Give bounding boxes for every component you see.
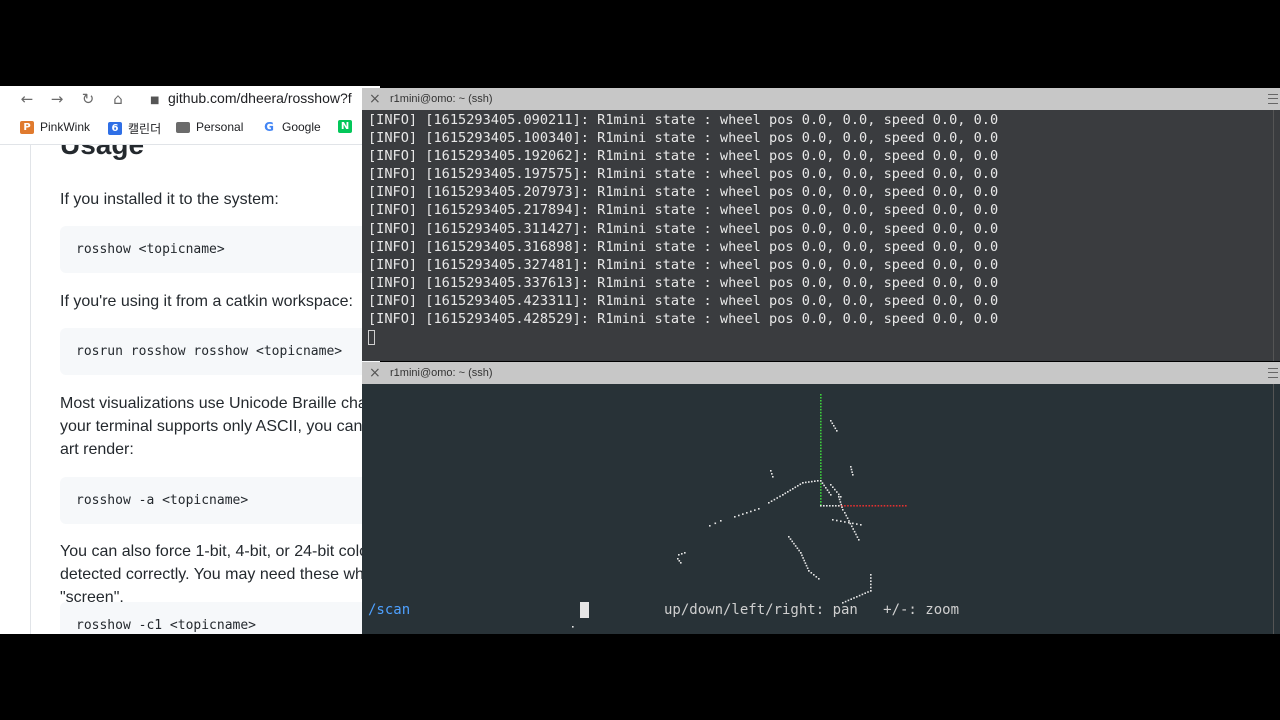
close-icon[interactable]: × [369, 362, 381, 384]
log-line: [INFO] [1615293405.428529]: R1mini state… [368, 311, 999, 328]
terminal-cursor [368, 330, 375, 345]
forward-icon[interactable]: → [48, 90, 66, 108]
reload-icon[interactable]: ↻ [79, 90, 97, 108]
log-line: [INFO] [1615293405.316898]: R1mini state… [368, 238, 999, 255]
log-line: [INFO] [1615293405.337613]: R1mini state… [368, 274, 999, 291]
url-text: github.com/dheera/rosshow?f [168, 90, 352, 106]
log-line: [INFO] [1615293405.423311]: R1mini state… [368, 292, 999, 309]
terminal-title: r1mini@omo: ~ (ssh) [390, 93, 493, 105]
bookmark-pinkwink[interactable]: P PinkWink [20, 120, 90, 134]
back-icon[interactable]: ← [18, 90, 36, 108]
left-sidebar-partial [0, 145, 31, 634]
bookmark-google[interactable]: G Google [262, 120, 321, 134]
log-line: [INFO] [1615293405.327481]: R1mini state… [368, 256, 999, 273]
browser-window: ← → ↻ ⌂ ■ github.com/dheera/rosshow?f P P… [0, 86, 380, 634]
terminal-window-scan[interactable]: × r1mini@omo: ~ (ssh) /scan up/down/left… [362, 362, 1280, 634]
menu-icon[interactable] [1268, 368, 1278, 378]
google-icon: G [262, 120, 276, 134]
bookmark-naver[interactable]: N [338, 120, 352, 133]
paragraph-system-install: If you installed it to the system: [60, 191, 279, 208]
scrollbar[interactable] [1273, 384, 1280, 634]
usage-heading: Usage [60, 144, 145, 160]
log-line: [INFO] [1615293405.192062]: R1mini state… [368, 148, 999, 165]
log-line: [INFO] [1615293405.311427]: R1mini state… [368, 220, 999, 237]
bookmark-personal[interactable]: Personal [176, 120, 243, 134]
address-bar[interactable]: ■ github.com/dheera/rosshow?f [150, 86, 380, 112]
bookmark-label: 캘린더 [128, 122, 162, 136]
bookmark-calendar[interactable]: 6 캘린더 [108, 120, 161, 137]
menu-icon[interactable] [1268, 94, 1278, 104]
bookmark-label: Personal [196, 120, 244, 134]
keyboard-help: up/down/left/right: pan +/-: zoom [664, 602, 960, 618]
browser-toolbar: ← → ↻ ⌂ ■ github.com/dheera/rosshow?f [0, 86, 380, 114]
log-line: [INFO] [1615293405.100340]: R1mini state… [368, 130, 999, 147]
bookmarks-bar: P PinkWink 6 캘린더 Personal G Google N [0, 116, 380, 142]
code-block-color: rosshow -c1 <topicname> [60, 602, 380, 634]
bookmark-label: Google [282, 120, 321, 134]
topic-name: /scan [368, 602, 411, 618]
naver-icon: N [338, 120, 352, 133]
folder-icon [176, 121, 190, 133]
code-block-rosshow: rosshow <topicname> [60, 226, 380, 273]
paragraph-braille: Most visualizations use Unicode Braille … [60, 395, 380, 458]
log-line: [INFO] [1615293405.197575]: R1mini state… [368, 166, 999, 183]
terminal-titlebar: × r1mini@omo: ~ (ssh) [362, 88, 1280, 110]
log-output: [INFO] [1615293405.090211]: R1mini state… [368, 111, 998, 328]
terminal-cursor [580, 602, 589, 618]
pinkwink-icon: P [20, 120, 34, 134]
paragraph-color-modes: You can also force 1-bit, 4-bit, or 24-b… [60, 543, 380, 606]
terminal-title: r1mini@omo: ~ (ssh) [390, 367, 493, 379]
scrollbar[interactable] [1273, 110, 1280, 361]
log-line: [INFO] [1615293405.217894]: R1mini state… [368, 202, 999, 219]
terminal-titlebar: × r1mini@omo: ~ (ssh) [362, 362, 1280, 384]
home-icon[interactable]: ⌂ [109, 90, 127, 108]
github-readme-page: Usage If you installed it to the system:… [0, 144, 380, 634]
laser-scan-plot [572, 394, 907, 628]
lock-icon: ■ [150, 95, 160, 106]
calendar-icon: 6 [108, 122, 122, 135]
terminal-window-log[interactable]: × r1mini@omo: ~ (ssh) [INFO] [1615293405… [362, 88, 1280, 361]
close-icon[interactable]: × [369, 88, 381, 110]
bookmark-label: PinkWink [40, 120, 91, 134]
paragraph-catkin: If you're using it from a catkin workspa… [60, 293, 353, 310]
log-line: [INFO] [1615293405.207973]: R1mini state… [368, 184, 999, 201]
code-block-rosrun: rosrun rosshow rosshow <topicname> [60, 328, 380, 375]
log-line: [INFO] [1615293405.090211]: R1mini state… [368, 112, 999, 128]
code-block-ascii: rosshow -a <topicname> [60, 477, 380, 524]
